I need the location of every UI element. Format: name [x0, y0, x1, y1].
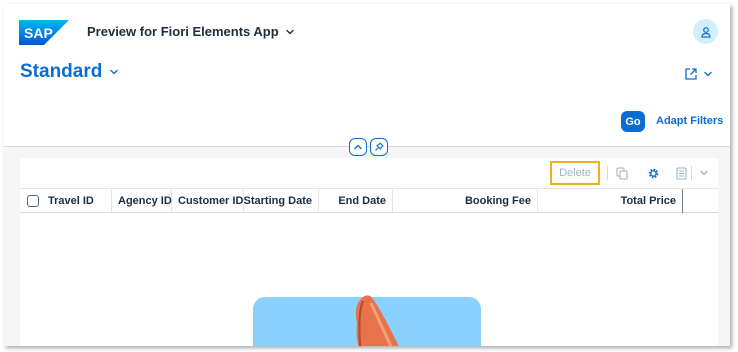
delete-button[interactable]: Delete [550, 161, 600, 185]
collapse-header-button[interactable] [349, 138, 367, 156]
shell-bar: SAP Preview for Fiori Elements App [4, 4, 730, 56]
table-settings-button[interactable] [645, 165, 661, 181]
table-toolbar: Delete [20, 158, 718, 188]
chevron-down-icon [285, 29, 294, 34]
share-icon [685, 68, 697, 80]
svg-text:SAP: SAP [24, 25, 53, 41]
header-controls [349, 138, 388, 156]
empty-state-illustration [253, 295, 481, 346]
chevron-down-icon [700, 170, 708, 176]
column-header-end-date[interactable]: End Date [319, 189, 393, 213]
user-icon [700, 26, 711, 38]
app-title-menu[interactable]: Preview for Fiori Elements App [87, 24, 296, 39]
column-header-booking-fee[interactable]: Booking Fee [393, 189, 538, 213]
column-header-starting-date[interactable]: Starting Date [244, 189, 319, 213]
table-header-row: Travel ID Agency ID Customer ID Starting… [20, 188, 718, 213]
toolbar-separator [607, 166, 608, 180]
column-header-travel-id[interactable]: Travel ID [42, 189, 112, 213]
pin-header-button[interactable] [370, 138, 388, 156]
copy-icon [616, 166, 628, 180]
user-avatar-button[interactable] [693, 19, 718, 44]
chevron-down-icon [110, 69, 119, 75]
app-title: Preview for Fiori Elements App [87, 24, 279, 39]
export-button[interactable] [673, 165, 689, 181]
app-window: SAP Preview for Fiori Elements App Stand… [4, 4, 730, 346]
sap-logo[interactable]: SAP [19, 20, 69, 45]
variant-selector[interactable]: Standard [20, 61, 120, 83]
pin-icon [375, 142, 384, 151]
chevron-up-icon [354, 144, 362, 150]
export-menu-button[interactable] [696, 165, 712, 181]
variant-title: Standard [20, 61, 103, 82]
column-header-agency-id[interactable]: Agency ID [112, 189, 172, 213]
toolbar-separator [691, 166, 692, 180]
select-all-checkbox[interactable] [27, 195, 39, 207]
chevron-down-icon [704, 71, 712, 77]
page-header: Standard Go Adapt Filters [4, 56, 730, 146]
export-icon [675, 166, 687, 180]
settings-icon [648, 168, 658, 178]
adapt-filters-button[interactable]: Adapt Filters [656, 115, 723, 127]
copy-button[interactable] [614, 165, 630, 181]
go-button[interactable]: Go [621, 111, 645, 132]
share-menu-button[interactable] [684, 67, 714, 81]
column-header-total-price[interactable]: Total Price [538, 189, 683, 213]
column-header-customer-id[interactable]: Customer ID [172, 189, 244, 213]
